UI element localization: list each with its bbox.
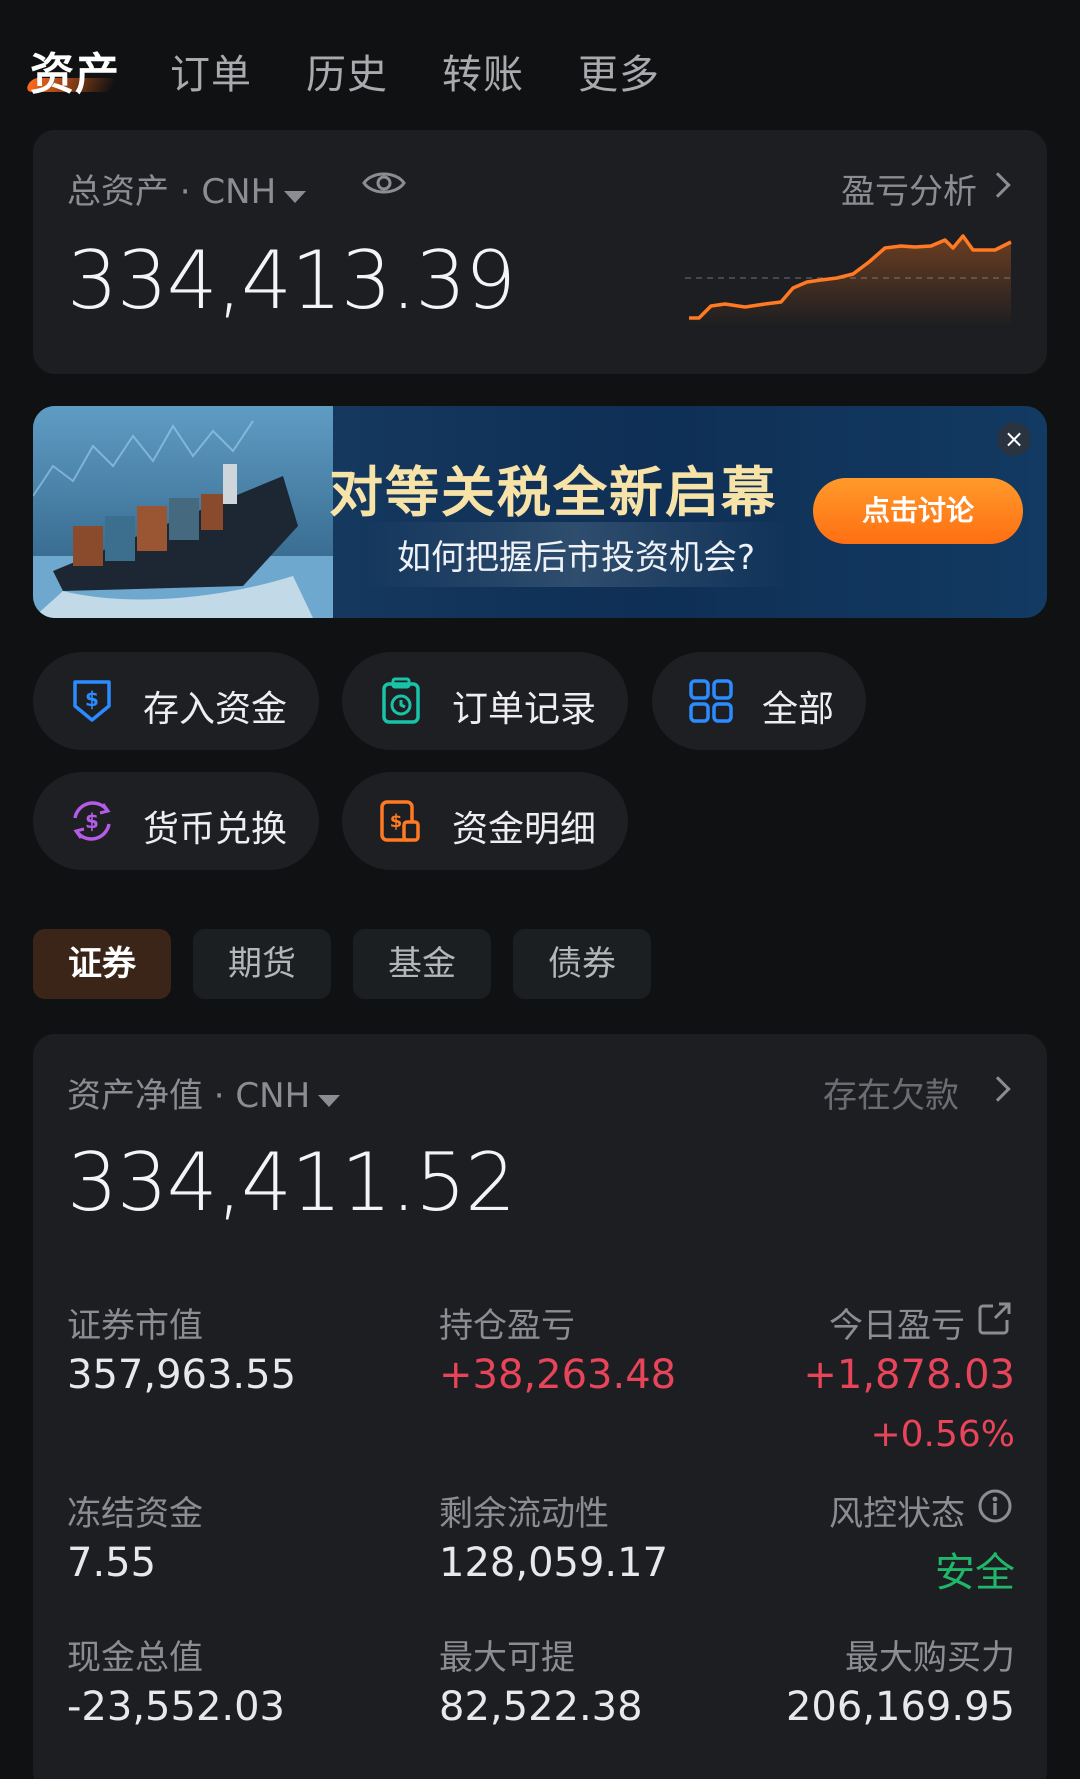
tab-history[interactable]: 历史 xyxy=(306,42,388,100)
cargo-ship-image xyxy=(33,406,333,618)
chevron-right-icon xyxy=(985,1076,1011,1102)
risk-status-label: 风控状态 xyxy=(829,1494,965,1534)
order-record-icon xyxy=(382,677,420,724)
fund-detail-icon: $ xyxy=(380,800,420,842)
promo-banner[interactable]: 对等关税全新启幕 如何把握后市投资机会? 点击讨论 × xyxy=(33,406,1047,618)
remaining-liquidity-value: 128,059.17 xyxy=(439,1540,669,1586)
net-assets-label: 资产净值 · CNH xyxy=(67,1076,311,1116)
fund-detail-button[interactable]: $ 资金明细 xyxy=(342,772,628,870)
net-assets-card: 资产净值 · CNH 存在欠款 334,411.52 证券市值 357,963.… xyxy=(33,1034,1047,1779)
max-withdraw-value: 82,522.38 xyxy=(439,1684,643,1730)
deposit-icon: $ xyxy=(73,680,111,722)
tab-securities[interactable]: 证券 xyxy=(33,929,171,999)
top-nav: 资产 订单 历史 转账 更多 xyxy=(0,0,1080,125)
market-value-label: 证券市值 xyxy=(67,1306,203,1346)
currency-exchange-button[interactable]: $ 货币兑换 xyxy=(33,772,319,870)
tab-transfer[interactable]: 转账 xyxy=(442,42,524,100)
banner-discuss-button[interactable]: 点击讨论 xyxy=(813,478,1023,544)
svg-text:$: $ xyxy=(85,809,99,833)
currency-caret-icon[interactable] xyxy=(284,190,307,203)
position-pl-value: +38,263.48 xyxy=(439,1352,677,1398)
fund-detail-label: 资金明细 xyxy=(452,809,597,850)
max-withdraw-label: 最大可提 xyxy=(439,1638,575,1678)
total-assets-card: 总资产 · CNH 盈亏分析 334,413.39 xyxy=(33,130,1047,374)
tab-orders[interactable]: 订单 xyxy=(170,42,252,100)
pl-analysis-link[interactable]: 盈亏分析 xyxy=(841,164,977,213)
total-assets-header: 总资产 · CNH xyxy=(67,164,307,213)
today-pl-percent: +0.56% xyxy=(870,1414,1015,1455)
total-assets-label: 总资产 · CNH xyxy=(67,172,277,212)
tab-assets[interactable]: 资产 xyxy=(30,38,120,102)
total-assets-value: 334,413.39 xyxy=(67,234,516,327)
tab-funds[interactable]: 基金 xyxy=(353,929,491,999)
net-assets-value: 334,411.52 xyxy=(67,1136,516,1229)
cash-total-value: -23,552.03 xyxy=(67,1684,286,1730)
currency-caret-icon[interactable] xyxy=(318,1094,341,1107)
share-icon[interactable] xyxy=(977,1300,1013,1336)
max-buying-power-label: 最大购买力 xyxy=(845,1638,1015,1678)
svg-text:$: $ xyxy=(85,687,99,711)
tab-futures[interactable]: 期货 xyxy=(193,929,331,999)
banner-title: 对等关税全新启幕 xyxy=(329,461,777,524)
deposit-funds-label: 存入资金 xyxy=(143,689,288,730)
position-pl-label: 持仓盈亏 xyxy=(439,1306,575,1346)
chevron-right-icon xyxy=(985,172,1011,198)
tab-more[interactable]: 更多 xyxy=(578,42,660,100)
deposit-funds-button[interactable]: $ 存入资金 xyxy=(33,652,319,750)
eye-icon[interactable] xyxy=(361,166,407,200)
order-record-label: 订单记录 xyxy=(452,689,597,730)
banner-subtitle: 如何把握后市投资机会? xyxy=(363,522,790,587)
order-record-button[interactable]: 订单记录 xyxy=(342,652,628,750)
grid-icon xyxy=(689,679,733,723)
risk-status-value: 安全 xyxy=(935,1550,1015,1596)
frozen-funds-value: 7.55 xyxy=(67,1540,157,1586)
info-icon[interactable] xyxy=(977,1488,1013,1524)
max-buying-power-value: 206,169.95 xyxy=(785,1684,1015,1730)
net-assets-header: 资产净值 · CNH xyxy=(67,1068,341,1117)
all-actions-label: 全部 xyxy=(762,689,835,730)
currency-exchange-label: 货币兑换 xyxy=(143,809,288,850)
tab-bonds[interactable]: 债券 xyxy=(513,929,651,999)
remaining-liquidity-label: 剩余流动性 xyxy=(439,1494,609,1534)
close-icon[interactable]: × xyxy=(997,422,1031,456)
svg-text:$: $ xyxy=(390,811,403,832)
market-value: 357,963.55 xyxy=(67,1352,297,1398)
debt-link[interactable]: 存在欠款 xyxy=(823,1068,959,1117)
frozen-funds-label: 冻结资金 xyxy=(67,1494,203,1534)
all-actions-button[interactable]: 全部 xyxy=(652,652,866,750)
currency-exchange-icon: $ xyxy=(73,801,111,841)
asset-trend-sparkline[interactable] xyxy=(685,226,1015,326)
today-pl-value: +1,878.03 xyxy=(803,1352,1015,1398)
cash-total-label: 现金总值 xyxy=(67,1638,203,1678)
today-pl-label: 今日盈亏 xyxy=(829,1306,965,1346)
